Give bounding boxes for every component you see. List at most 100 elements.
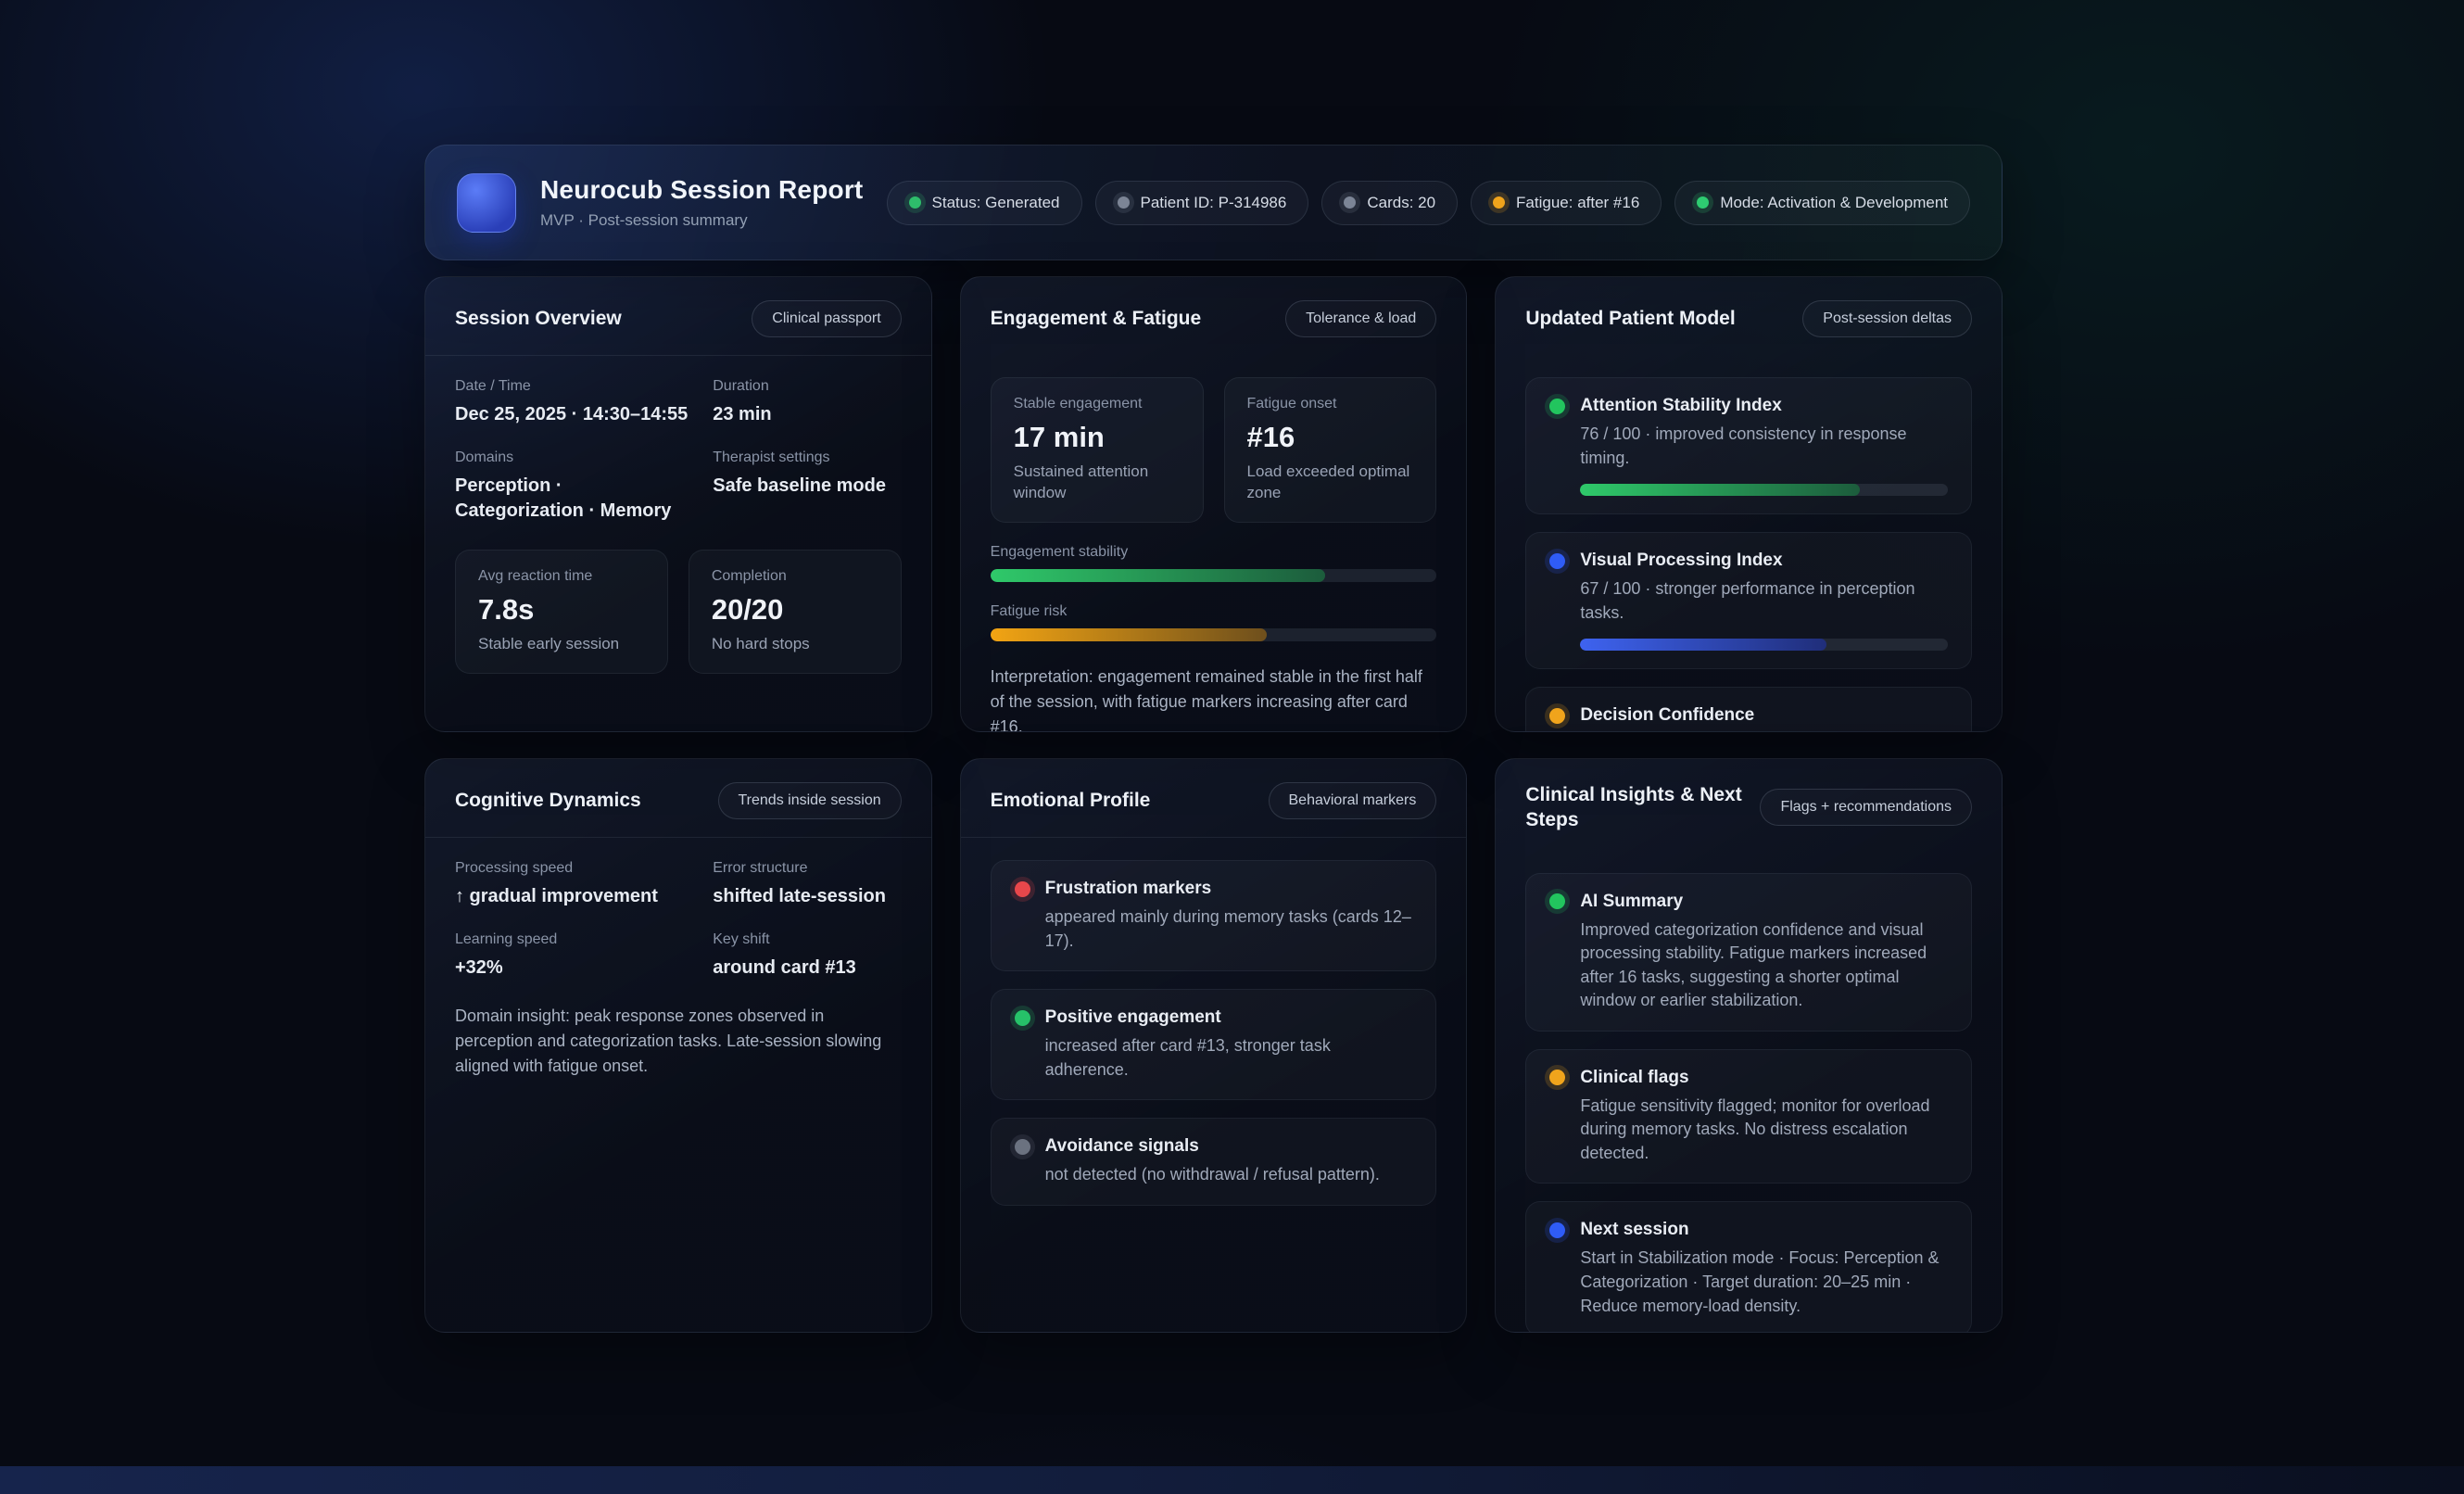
gray-dot-icon [1015, 1139, 1030, 1155]
interpretation-text: Interpretation: engagement remained stab… [991, 665, 1437, 732]
field-learning-speed: Learning speed +32% [455, 931, 690, 981]
index-title: Decision Confidence [1580, 705, 1754, 726]
status-pill-label: Status: Generated [932, 194, 1060, 212]
index-description: 67 / 100 · stronger performance in perce… [1580, 577, 1948, 625]
field-label: Therapist settings [713, 449, 901, 466]
stat-value: 7.8s [478, 593, 645, 627]
orange-dot-icon [1549, 708, 1565, 724]
attention-stability-bar-fill [1580, 484, 1859, 496]
status-pill: Status: Generated [887, 181, 1082, 225]
visual-processing-bar [1580, 639, 1948, 651]
field-value: Perception · Categorization · Memory [455, 474, 690, 524]
card-clinical-insights: Clinical Insights & Next Steps Flags + r… [1495, 758, 2003, 1333]
field-error-structure: Error structure shifted late-session [713, 860, 901, 909]
index-title: Attention Stability Index [1580, 396, 1781, 416]
insight-description: Fatigue sensitivity flagged; monitor for… [1580, 1095, 1948, 1166]
insight-title: Next session [1580, 1220, 1688, 1240]
field-therapist-settings: Therapist settings Safe baseline mode [713, 449, 901, 524]
card-title-updated-patient-model: Updated Patient Model [1525, 306, 1735, 331]
field-key-shift: Key shift around card #13 [713, 931, 901, 981]
app-logo [457, 173, 516, 233]
marker-description: not detected (no withdrawal / refusal pa… [1045, 1163, 1413, 1187]
patient-id-pill: Patient ID: P-314986 [1095, 181, 1309, 225]
status-pills: Status: Generated Patient ID: P-314986 C… [887, 181, 1970, 225]
header-bar: Neurocub Session Report MVP · Post-sessi… [424, 145, 2003, 260]
marker-title: Avoidance signals [1045, 1136, 1199, 1157]
blue-dot-icon [1549, 1222, 1565, 1238]
engagement-stability-label: Engagement stability [991, 544, 1437, 561]
index-attention-stability: Attention Stability Index 76 / 100 · imp… [1525, 377, 1972, 514]
badge-flags-recommendations: Flags + recommendations [1760, 789, 1972, 826]
stat-label: Completion [712, 568, 878, 585]
engagement-stability-bar-fill [991, 569, 1325, 582]
field-label: Processing speed [455, 860, 690, 877]
domain-insight-text: Domain insight: peak response zones obse… [455, 1004, 902, 1079]
cards-grid: Session Overview Clinical passport Date … [424, 276, 2003, 1333]
stat-fatigue-onset: Fatigue onset #16 Load exceeded optimal … [1224, 377, 1437, 523]
insight-description: Improved categorization confidence and v… [1580, 918, 1948, 1013]
visual-processing-bar-fill [1580, 639, 1826, 651]
header-text: Neurocub Session Report MVP · Post-sessi… [540, 175, 863, 230]
field-value: Safe baseline mode [713, 474, 901, 499]
mode-dot-icon [1697, 196, 1709, 209]
field-label: Duration [713, 378, 901, 395]
stat-label: Avg reaction time [478, 568, 645, 585]
stat-avg-reaction-time: Avg reaction time 7.8s Stable early sess… [455, 550, 668, 674]
card-updated-patient-model: Updated Patient Model Post-session delta… [1495, 276, 2003, 732]
badge-clinical-passport: Clinical passport [752, 300, 901, 337]
status-dot-icon [909, 196, 921, 209]
stat-label: Stable engagement [1014, 396, 1181, 412]
index-decision-confidence: Decision Confidence 53 / 100 · hesitatio… [1525, 687, 1972, 732]
attention-stability-bar [1580, 484, 1948, 496]
stat-stable-engagement: Stable engagement 17 min Sustained atten… [991, 377, 1204, 523]
fatigue-pill: Fatigue: after #16 [1471, 181, 1662, 225]
marker-frustration: Frustration markers appeared mainly duri… [991, 860, 1437, 971]
stat-caption: No hard stops [712, 634, 878, 655]
marker-positive-engagement: Positive engagement increased after card… [991, 989, 1437, 1100]
field-value: 23 min [713, 402, 901, 427]
card-cognitive-dynamics: Cognitive Dynamics Trends inside session… [424, 758, 932, 1333]
stat-caption: Stable early session [478, 634, 645, 655]
marker-description: increased after card #13, stronger task … [1045, 1034, 1413, 1082]
index-title: Visual Processing Index [1580, 551, 1782, 571]
insight-title: AI Summary [1580, 892, 1683, 912]
red-dot-icon [1015, 881, 1030, 897]
stat-value: #16 [1247, 421, 1414, 454]
badge-trends-inside-session: Trends inside session [718, 782, 902, 819]
patient-id-pill-label: Patient ID: P-314986 [1141, 194, 1287, 212]
patient-id-dot-icon [1118, 196, 1130, 209]
card-session-overview: Session Overview Clinical passport Date … [424, 276, 932, 732]
badge-tolerance-load: Tolerance & load [1285, 300, 1436, 337]
field-label: Error structure [713, 860, 901, 877]
page-subtitle: MVP · Post-session summary [540, 211, 863, 230]
card-title-clinical-insights: Clinical Insights & Next Steps [1525, 782, 1743, 833]
blue-dot-icon [1549, 553, 1565, 569]
neurocub-session-report-page: Neurocub Session Report MVP · Post-sessi… [0, 0, 2464, 1494]
insight-clinical-flags: Clinical flags Fatigue sensitivity flagg… [1525, 1049, 1972, 1184]
field-value: Dec 25, 2025 · 14:30–14:55 [455, 402, 690, 427]
stat-caption: Load exceeded optimal zone [1247, 462, 1414, 504]
field-label: Learning speed [455, 931, 690, 948]
cards-count-dot-icon [1344, 196, 1356, 209]
field-domains: Domains Perception · Categorization · Me… [455, 449, 690, 524]
field-label: Domains [455, 449, 690, 466]
field-value: ↑ gradual improvement [455, 884, 690, 909]
stat-value: 17 min [1014, 421, 1181, 454]
stat-caption: Sustained attention window [1014, 462, 1181, 504]
bottom-accent-strip [0, 1466, 2464, 1494]
card-emotional-profile: Emotional Profile Behavioral markers Fru… [960, 758, 1468, 1333]
fatigue-risk-bar-fill [991, 628, 1268, 641]
card-engagement-fatigue: Engagement & Fatigue Tolerance & load St… [960, 276, 1468, 732]
card-title-emotional-profile: Emotional Profile [991, 788, 1151, 813]
cards-count-pill-label: Cards: 20 [1367, 194, 1435, 212]
mode-pill: Mode: Activation & Development [1674, 181, 1970, 225]
field-duration: Duration 23 min [713, 378, 901, 427]
fatigue-risk-bar [991, 628, 1437, 641]
cards-count-pill: Cards: 20 [1321, 181, 1458, 225]
orange-dot-icon [1549, 1070, 1565, 1085]
field-value: around card #13 [713, 956, 901, 981]
insight-description: Start in Stabilization mode · Focus: Per… [1580, 1247, 1948, 1318]
marker-avoidance-signals: Avoidance signals not detected (no withd… [991, 1118, 1437, 1206]
card-title-cognitive-dynamics: Cognitive Dynamics [455, 788, 641, 813]
report-container: Neurocub Session Report MVP · Post-sessi… [424, 145, 2003, 1333]
